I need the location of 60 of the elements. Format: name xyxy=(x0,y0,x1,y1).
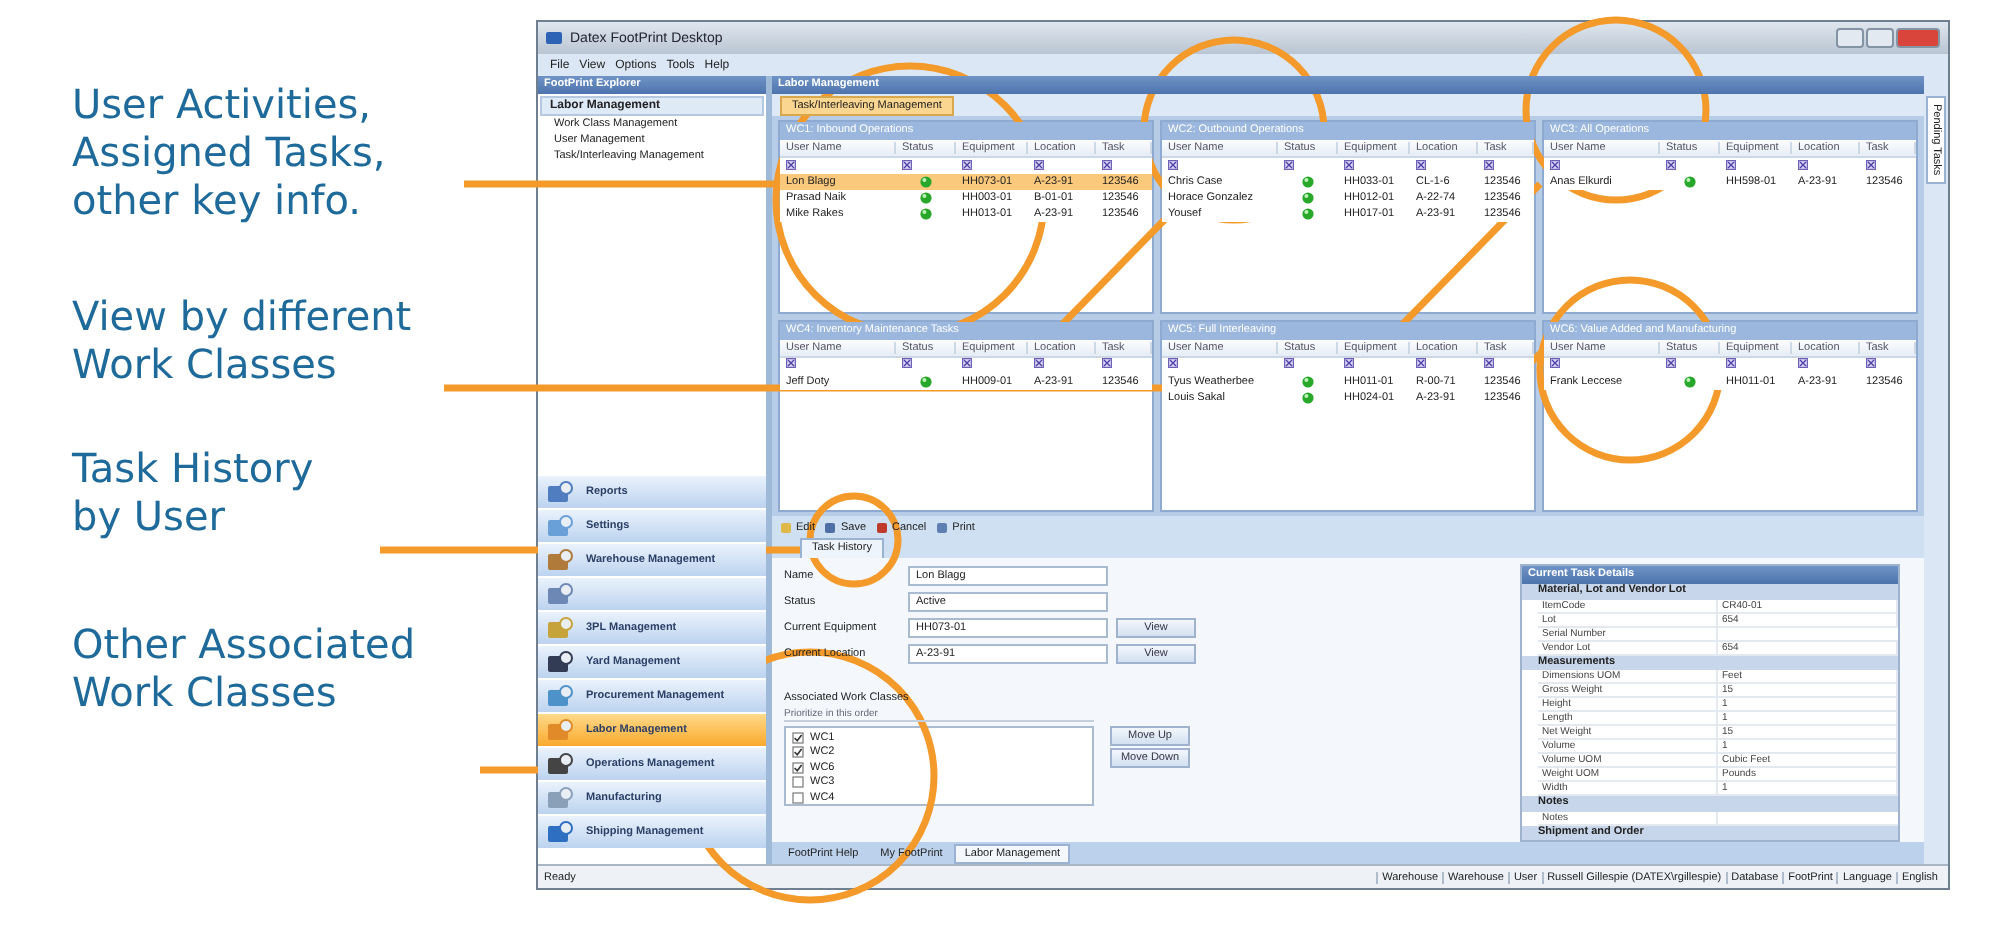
checkbox[interactable] xyxy=(792,776,804,789)
tool-icon xyxy=(780,521,792,533)
checkbox[interactable] xyxy=(792,791,804,804)
module-icon xyxy=(546,717,574,743)
filter-icon[interactable] xyxy=(1484,358,1494,368)
filter-icon[interactable] xyxy=(1102,358,1112,368)
filter-icon[interactable] xyxy=(1102,159,1112,169)
filter-icon[interactable] xyxy=(1726,159,1736,169)
filter-icon[interactable] xyxy=(902,159,912,169)
module-icon xyxy=(546,547,574,573)
filter-icon[interactable] xyxy=(1344,358,1354,368)
filter-icon[interactable] xyxy=(1866,358,1876,368)
module-icon xyxy=(546,513,574,539)
callout-text: Task History by User xyxy=(72,444,316,540)
filter-icon[interactable] xyxy=(1416,159,1426,169)
module-icon xyxy=(546,683,574,709)
filter-icon[interactable] xyxy=(1168,159,1178,169)
callout-text: View by different Work Classes xyxy=(72,292,414,388)
filter-icon[interactable] xyxy=(786,159,796,169)
maximize-button[interactable] xyxy=(1866,28,1894,48)
checkbox[interactable] xyxy=(792,731,804,744)
filter-icon[interactable] xyxy=(1798,358,1808,368)
filter-icon[interactable] xyxy=(786,358,796,368)
filter-icon[interactable] xyxy=(1034,358,1044,368)
checkbox[interactable] xyxy=(792,761,804,774)
filter-icon[interactable] xyxy=(1726,358,1736,368)
module-button[interactable] xyxy=(538,576,766,610)
status-icon xyxy=(1684,176,1696,188)
filter-icon[interactable] xyxy=(1344,159,1354,169)
filter-icon[interactable] xyxy=(962,159,972,169)
status-icon xyxy=(1684,375,1696,387)
checkbox[interactable] xyxy=(792,746,804,759)
tool-icon xyxy=(936,521,949,533)
module-icon xyxy=(546,479,574,505)
app-icon xyxy=(546,32,562,44)
filter-icon[interactable] xyxy=(1798,159,1808,169)
callout-text: User Activities, Assigned Tasks, other key info. xyxy=(72,80,388,224)
filter-icon[interactable] xyxy=(1484,159,1494,169)
filter-icon[interactable] xyxy=(1168,358,1178,368)
status-icon xyxy=(920,375,932,387)
filter-icon[interactable] xyxy=(1284,358,1294,368)
filter-icon[interactable] xyxy=(1666,159,1676,169)
filter-icon[interactable] xyxy=(1034,159,1044,169)
filter-icon[interactable] xyxy=(962,358,972,368)
tool-icon xyxy=(876,521,889,533)
filter-icon[interactable] xyxy=(902,358,912,368)
module-icon xyxy=(546,581,574,607)
filter-icon[interactable] xyxy=(1866,159,1876,169)
module-icon xyxy=(546,819,574,845)
filter-icon[interactable] xyxy=(1550,159,1560,169)
module-icon xyxy=(546,785,574,811)
tool-icon xyxy=(824,521,837,533)
filter-icon[interactable] xyxy=(1666,358,1676,368)
module-icon xyxy=(546,649,574,675)
module-icon xyxy=(546,615,574,641)
filter-icon[interactable] xyxy=(1284,159,1294,169)
minimize-button[interactable] xyxy=(1836,28,1864,48)
filter-icon[interactable] xyxy=(1416,358,1426,368)
filter-icon[interactable] xyxy=(1550,358,1560,368)
callout-text: Other Associated Work Classes xyxy=(72,620,418,716)
